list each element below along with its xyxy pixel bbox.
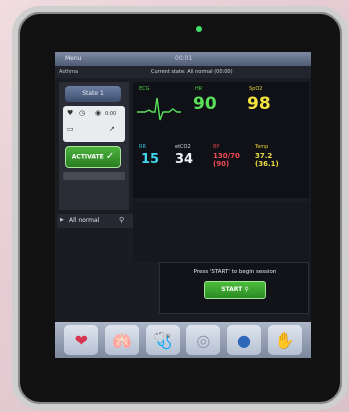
spo2-value: 98	[247, 94, 271, 114]
temp-value: 37.2	[255, 152, 273, 160]
module-dock: ❤ 🫁 🩺 ◎ ● ✋	[55, 322, 311, 358]
heart-icon: ❤	[74, 330, 89, 350]
dock-eye[interactable]: ●	[226, 325, 261, 355]
sub-bar: Asthma Current state: All normal (00:00)	[55, 66, 311, 78]
session-clock: 00:01	[175, 55, 193, 62]
camera-led	[196, 26, 202, 32]
clock-icon: ◷	[79, 109, 86, 117]
state-slider[interactable]	[63, 172, 125, 180]
spo2-label: SpO2	[249, 86, 263, 92]
start-prompt: Press 'START' to begin session	[193, 269, 277, 275]
bp-mean: (90)	[213, 160, 230, 168]
hr-value: 90	[193, 94, 217, 114]
check-icon: ✓	[105, 151, 115, 162]
rr-value: 15	[141, 152, 160, 167]
state-list-item[interactable]: ▶ All normal ⚲	[57, 214, 133, 228]
top-bar: Menu 00:01	[55, 52, 311, 66]
start-edit-icon: ⚲	[244, 286, 249, 293]
monitor-icon: ▭	[67, 125, 74, 133]
state-button[interactable]: State 1	[65, 86, 121, 102]
bp-value-block: 130/70 (90)	[213, 152, 240, 168]
dock-airway[interactable]: ◎	[186, 325, 221, 355]
timer-icon: ◉	[95, 109, 102, 117]
state-info-card: ♥ ◷ ◉ 0:00 ▭ ↗	[63, 106, 125, 142]
etco2-value: 34	[175, 152, 194, 167]
temp-value-block: 37.2 (36.1)	[255, 152, 279, 168]
arrow-icon: ↗	[109, 125, 115, 133]
heart-small-icon: ♥	[67, 109, 74, 117]
ecg-label: ECG	[139, 86, 150, 92]
lungs-icon: 🫁	[112, 330, 132, 350]
temp-secondary: (36.1)	[255, 160, 279, 168]
start-label: START	[221, 286, 243, 293]
stomach-icon: 🩺	[152, 330, 173, 350]
dock-heart[interactable]: ❤	[64, 325, 99, 355]
hr-label: HR	[195, 86, 203, 92]
eye-icon: ●	[236, 330, 251, 350]
activate-button[interactable]: ACTIVATE ✓	[65, 146, 121, 168]
edit-icon: ⚲	[119, 216, 125, 224]
activate-label: ACTIVATE	[71, 153, 104, 161]
ecg-waveform	[137, 97, 181, 121]
airway-icon: ◎	[196, 330, 211, 350]
start-button[interactable]: START ⚲	[204, 281, 266, 299]
current-state-status: Current state: All normal (00:00)	[151, 69, 233, 75]
temp-label: Temp	[255, 144, 269, 150]
dock-stomach[interactable]: 🩺	[145, 325, 180, 355]
dock-hand[interactable]: ✋	[267, 325, 302, 355]
hand-icon: ✋	[274, 330, 295, 350]
scenario-name: Asthma	[59, 69, 79, 75]
etco2-label: etCO2	[175, 144, 191, 150]
state-panel: State 1 ♥ ◷ ◉ 0:00 ▭ ↗ ACTIVATE ✓	[59, 82, 129, 210]
dock-lungs[interactable]: 🫁	[104, 325, 139, 355]
session-start-box: Press 'START' to begin session START ⚲	[159, 262, 309, 314]
bp-value: 130/70	[213, 152, 240, 160]
rr-label: RR	[139, 144, 146, 150]
state-timer: 0:00	[105, 111, 117, 117]
bp-label: BP	[213, 144, 220, 150]
state-list-label: All normal	[69, 217, 100, 224]
tablet-screen: Menu 00:01 Asthma Current state: All nor…	[55, 52, 311, 358]
menu-button[interactable]: Menu	[65, 55, 81, 62]
vitals-panel: ECG HR 90 SpO2 98 RR 15 etCO2 34 BP 130/…	[133, 82, 309, 198]
expand-arrow-icon: ▶	[60, 217, 64, 223]
empty-panel	[133, 202, 309, 262]
